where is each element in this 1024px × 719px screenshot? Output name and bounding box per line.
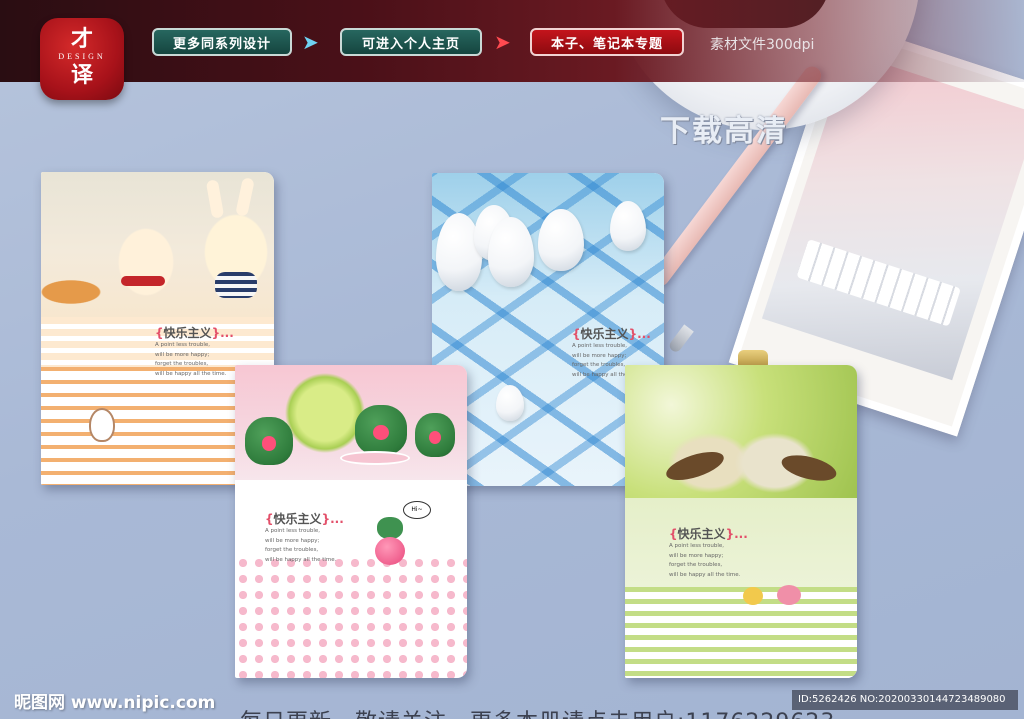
pink-saucer bbox=[340, 451, 410, 465]
chick-doodle-icon bbox=[743, 587, 763, 605]
motto-brace-open: { bbox=[572, 327, 581, 341]
motto-title: {快乐主义}... bbox=[572, 325, 651, 342]
motto-line: will be more happy; bbox=[669, 552, 724, 559]
green-cat-character bbox=[245, 417, 293, 465]
footer-caption: 每日更新，敬请关注，更多本册请点击用户:1176229623 bbox=[240, 704, 835, 719]
motto-title-text: 快乐主义 bbox=[580, 327, 629, 341]
red-scarf bbox=[121, 276, 165, 286]
egg-doodle-icon bbox=[496, 385, 524, 421]
motto-brace-close: }... bbox=[321, 512, 344, 526]
pen-tip bbox=[667, 324, 694, 354]
motto-brace-open: { bbox=[669, 527, 678, 541]
arrow-right-icon: ➤ bbox=[302, 30, 319, 54]
notebook-cats: Hi~ {快乐主义}... A point less trouble, will… bbox=[235, 365, 467, 678]
speech-bubble: Hi~ bbox=[403, 501, 431, 519]
motto-line: forget the troubles, bbox=[669, 562, 723, 568]
logo-bottom-char: 译 bbox=[70, 62, 93, 88]
motto-line: will be happy all the time. bbox=[669, 571, 741, 578]
motto-title-text: 快乐主义 bbox=[273, 512, 322, 526]
motto-brace-open: { bbox=[155, 326, 164, 340]
motto-brace-close: }... bbox=[725, 527, 748, 541]
motto-line: forget the troubles, bbox=[265, 547, 319, 553]
striped-shirt bbox=[215, 272, 257, 298]
pink-ball bbox=[375, 537, 405, 565]
chick-doodle-icon bbox=[777, 585, 801, 605]
logo-design-text: DESIGN bbox=[58, 52, 106, 61]
motto-line: will be happy all the time. bbox=[155, 370, 227, 377]
site-watermark: 昵图网 www.nipic.com bbox=[14, 693, 216, 713]
motto-block: {快乐主义}... A point less trouble, will be … bbox=[669, 525, 748, 580]
motto-line: forget the troubles, bbox=[155, 361, 209, 367]
motto-brace-close: }... bbox=[211, 326, 234, 340]
green-cat-character bbox=[355, 405, 407, 455]
designer-logo[interactable]: 才 DESIGN 译 bbox=[40, 18, 124, 100]
motto-line: will be happy all the time. bbox=[265, 556, 337, 563]
motto-block: {快乐主义}... A point less trouble, will be … bbox=[265, 510, 344, 565]
motto-title: {快乐主义}... bbox=[265, 510, 344, 527]
motto-line: A point less trouble, bbox=[572, 343, 627, 349]
more-series-button[interactable]: 更多同系列设计 bbox=[152, 28, 292, 56]
heart-icon bbox=[261, 436, 277, 451]
download-hd-label[interactable]: 下载高清 bbox=[660, 106, 788, 150]
motto-line: A point less trouble, bbox=[155, 342, 210, 348]
egg-character bbox=[610, 201, 646, 251]
heart-icon bbox=[373, 425, 389, 440]
notebook-topic-button[interactable]: 本子、笔记本专题 bbox=[530, 28, 684, 56]
motto-brace-open: { bbox=[265, 512, 274, 526]
personal-homepage-button[interactable]: 可进入个人主页 bbox=[340, 28, 482, 56]
motto-block: {快乐主义}... A point less trouble, will be … bbox=[155, 324, 234, 379]
logo-top-char: 才 bbox=[70, 26, 93, 52]
motto-title: {快乐主义}... bbox=[155, 324, 234, 341]
heart-icon bbox=[429, 430, 441, 444]
notebook-birds: {快乐主义}... A point less trouble, will be … bbox=[625, 365, 857, 678]
egg-character bbox=[538, 209, 584, 271]
motto-title: {快乐主义}... bbox=[669, 525, 748, 542]
motto-line: will be more happy; bbox=[155, 351, 210, 358]
motto-title-text: 快乐主义 bbox=[163, 326, 212, 340]
resolution-note: 素材文件300dpi bbox=[710, 37, 815, 53]
motto-line: A point less trouble, bbox=[669, 543, 724, 549]
motto-brace-close: }... bbox=[628, 327, 651, 341]
motto-title-text: 快乐主义 bbox=[677, 527, 726, 541]
motto-line: will be more happy; bbox=[265, 537, 320, 544]
green-stripes bbox=[625, 587, 857, 678]
green-cat-character bbox=[415, 413, 455, 457]
arrow-right-icon: ➤ bbox=[494, 30, 511, 54]
motto-line: will be more happy; bbox=[572, 352, 627, 359]
motto-line: A point less trouble, bbox=[265, 528, 320, 534]
mini-cat-icon bbox=[377, 517, 403, 539]
pink-polka-dots bbox=[235, 555, 467, 678]
bunny-doodle-icon bbox=[89, 408, 115, 442]
